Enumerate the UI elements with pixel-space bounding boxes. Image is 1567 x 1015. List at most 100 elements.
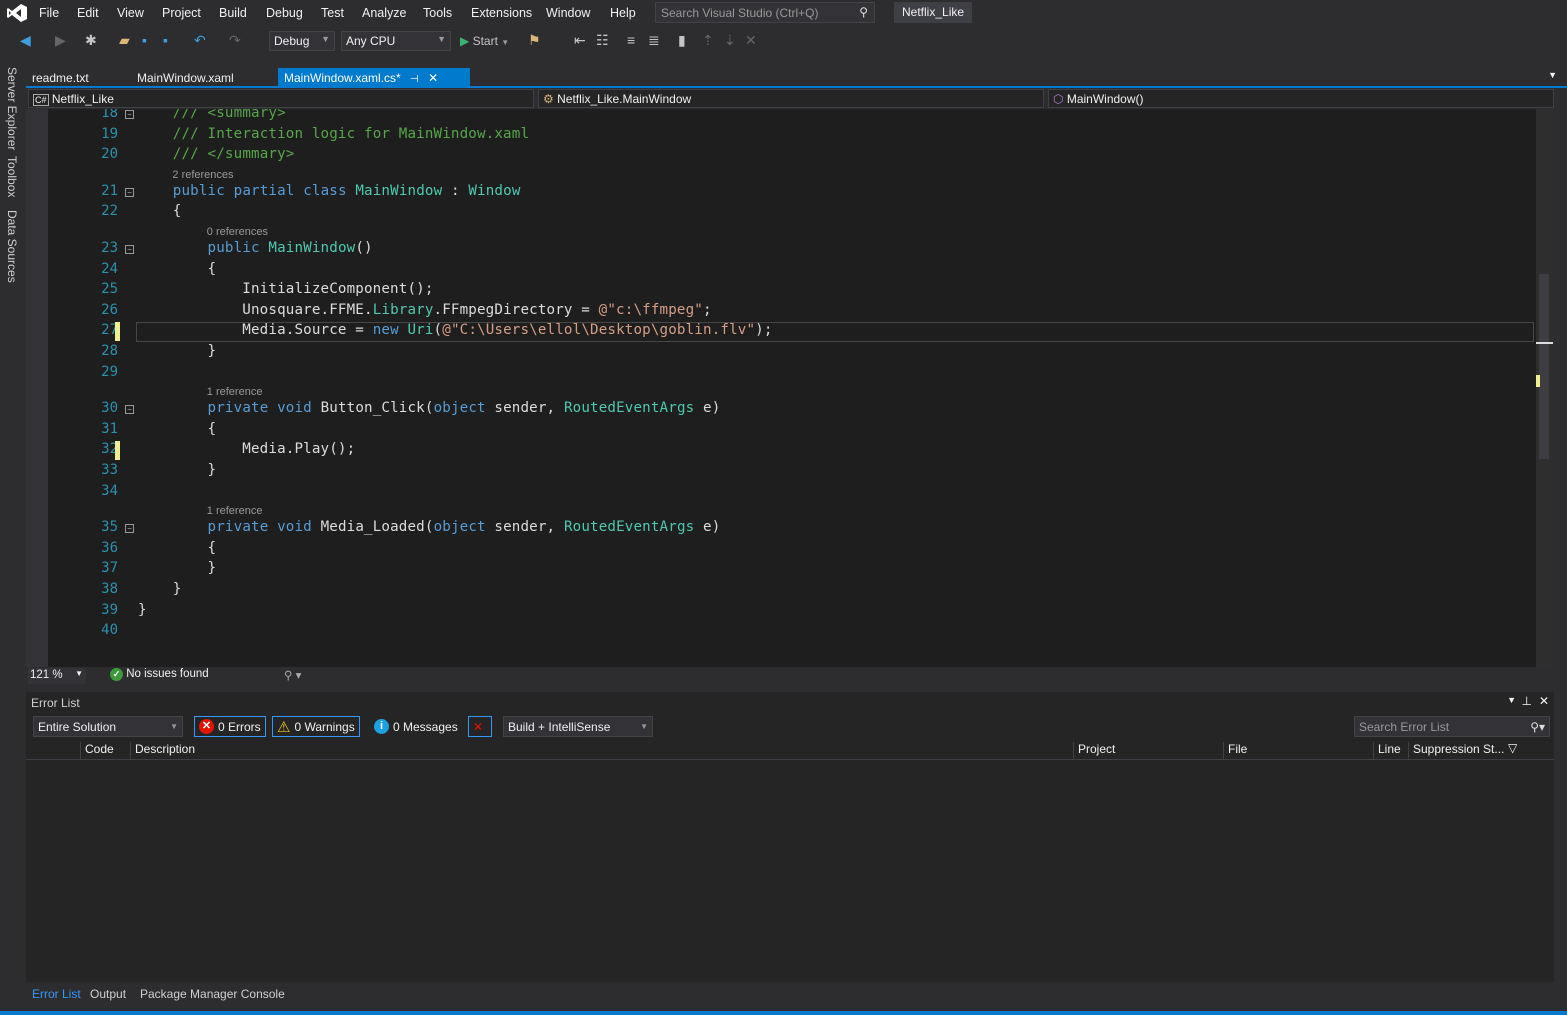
code-line[interactable]: /// </summary> <box>138 146 295 162</box>
code-line[interactable]: /// Interaction logic for MainWindow.xam… <box>138 126 529 142</box>
code-line[interactable]: { <box>138 203 182 219</box>
warnings-filter-button[interactable]: ⚠ 0 Warnings <box>272 716 360 737</box>
code-line[interactable]: Media.Play(); <box>138 441 355 457</box>
scrollbar-thumb[interactable] <box>1539 274 1549 459</box>
server-explorer-tab[interactable]: Server Explorer <box>5 67 19 150</box>
class-nav-select[interactable]: ⚙ Netflix_Like.MainWindow <box>538 89 1044 108</box>
tab-overflow-icon[interactable]: ▼ <box>1548 70 1557 80</box>
toolbox-tab[interactable]: Toolbox <box>5 156 19 197</box>
menu-tools[interactable]: Tools <box>423 6 452 20</box>
new-project-icon[interactable]: ✱ <box>85 32 97 49</box>
codelens-references[interactable]: 0 references <box>207 226 268 238</box>
code-line[interactable]: public partial class MainWindow : Window <box>138 183 521 199</box>
column-code[interactable]: Code <box>80 742 114 760</box>
code-line[interactable]: } <box>138 560 217 576</box>
code-line[interactable]: private void Button_Click(object sender,… <box>138 400 721 416</box>
column-suppression-state[interactable]: Suppression St... <box>1408 742 1504 760</box>
open-file-icon[interactable]: ▰ <box>119 32 130 49</box>
tab-mainwindow-xaml-cs[interactable]: MainWindow.xaml.cs* ⊣ ✕ <box>278 68 470 88</box>
code-line[interactable]: } <box>138 462 217 478</box>
messages-filter-button[interactable]: i 0 Messages <box>370 716 462 737</box>
next-bookmark-icon[interactable]: ⇣ <box>724 32 736 49</box>
vertical-scrollbar[interactable] <box>1536 109 1553 667</box>
code-line[interactable]: } <box>138 602 147 618</box>
undo-icon[interactable]: ↶ <box>194 32 206 49</box>
zoom-select[interactable]: 121 % ▼ <box>28 668 86 684</box>
source-select[interactable]: Build + IntelliSense ▼ <box>503 716 653 737</box>
code-line[interactable]: Unosquare.FFME.Library.FFmpegDirectory =… <box>138 302 712 318</box>
menu-extensions[interactable]: Extensions <box>471 6 532 20</box>
menu-view[interactable]: View <box>117 6 144 20</box>
column-file[interactable]: File <box>1223 742 1247 760</box>
column-filter-icon[interactable]: ▽ <box>1508 741 1517 755</box>
bookmark-icon[interactable]: ▮ <box>678 32 686 49</box>
prev-bookmark-icon[interactable]: ⇡ <box>702 32 714 49</box>
menu-analyze[interactable]: Analyze <box>362 6 406 20</box>
codelens-references[interactable]: 2 references <box>172 169 233 181</box>
menu-project[interactable]: Project <box>162 6 201 20</box>
issues-indicator[interactable]: ✓ No issues found <box>110 668 209 681</box>
tab-readme[interactable]: readme.txt <box>26 68 95 88</box>
close-icon[interactable]: ✕ <box>428 71 438 85</box>
code-line[interactable]: public MainWindow() <box>138 240 373 256</box>
pin-icon[interactable]: ⊣ <box>410 74 419 85</box>
search-input[interactable]: Search Visual Studio (Ctrl+Q) ⚲ <box>655 2 875 23</box>
configuration-select[interactable]: Debug ▼ <box>269 31 335 51</box>
fold-toggle-icon[interactable]: − <box>125 187 134 197</box>
code-line[interactable]: Media.Source = new Uri(@"C:\Users\ellol\… <box>138 322 773 338</box>
step-icon[interactable]: ⇤ <box>574 32 586 49</box>
cleanup-icon[interactable]: ⚲ ▾ <box>284 668 301 682</box>
menu-edit[interactable]: Edit <box>77 6 99 20</box>
fold-toggle-icon[interactable]: − <box>125 110 134 119</box>
code-line[interactable]: { <box>138 261 217 277</box>
menu-help[interactable]: Help <box>610 6 636 20</box>
tab-package-manager-console[interactable]: Package Manager Console <box>140 987 285 1001</box>
code-line[interactable]: { <box>138 421 217 437</box>
menu-debug[interactable]: Debug <box>266 6 303 20</box>
code-line[interactable]: private void Media_Loaded(object sender,… <box>138 519 721 535</box>
save-all-icon[interactable]: ▪ <box>163 32 168 48</box>
data-sources-tab[interactable]: Data Sources <box>5 210 19 283</box>
tab-output[interactable]: Output <box>90 987 126 1001</box>
code-line[interactable]: { <box>138 540 217 556</box>
tab-mainwindow-xaml[interactable]: MainWindow.xaml <box>131 68 240 88</box>
error-search-input[interactable]: Search Error List ⚲▾ <box>1354 716 1550 737</box>
uncomment-icon[interactable]: ≣ <box>648 32 660 49</box>
code-line[interactable]: } <box>138 343 217 359</box>
fold-toggle-icon[interactable]: − <box>125 245 134 254</box>
find-icon[interactable]: ⚑ <box>528 32 541 49</box>
panel-pin-icon[interactable]: ⊥ <box>1522 694 1532 708</box>
codelens-references[interactable]: 1 reference <box>207 505 263 517</box>
codelens-references[interactable]: 1 reference <box>207 386 263 398</box>
clear-filter-button[interactable]: ✕ <box>468 716 492 737</box>
menu-build[interactable]: Build <box>219 6 247 20</box>
column-description[interactable]: Description <box>130 742 195 760</box>
panel-menu-icon[interactable]: ▼ <box>1507 695 1516 705</box>
view-icon[interactable]: ☷ <box>596 32 609 49</box>
comment-icon[interactable]: ≡ <box>627 32 635 48</box>
panel-close-icon[interactable]: ✕ <box>1539 694 1549 708</box>
back-icon[interactable]: ◀ <box>20 32 31 49</box>
fold-toggle-icon[interactable]: − <box>125 524 134 534</box>
start-button[interactable]: ▶ Start ▼ <box>460 34 509 48</box>
platform-select[interactable]: Any CPU ▼ <box>341 31 451 51</box>
menu-test[interactable]: Test <box>321 6 344 20</box>
scope-select[interactable]: Entire Solution ▼ <box>33 716 183 737</box>
clear-bookmarks-icon[interactable]: ✕ <box>745 32 757 49</box>
menu-file[interactable]: File <box>39 6 59 20</box>
tab-error-list[interactable]: Error List <box>32 987 81 1001</box>
fold-toggle-icon[interactable]: − <box>125 405 134 415</box>
redo-icon[interactable]: ↷ <box>229 32 241 49</box>
member-nav-select[interactable]: ⬡ MainWindow() <box>1048 89 1554 108</box>
menu-window[interactable]: Window <box>546 6 590 20</box>
project-nav-select[interactable]: C# Netflix_Like <box>28 89 534 108</box>
column-line[interactable]: Line <box>1373 742 1401 760</box>
forward-icon[interactable]: ▶ <box>55 32 66 49</box>
save-icon[interactable]: ▪ <box>142 32 147 48</box>
code-editor[interactable]: 18− /// <summary> 19 /// Interaction logi… <box>26 109 1536 667</box>
errors-filter-button[interactable]: ✕ 0 Errors <box>194 716 266 737</box>
code-line[interactable]: } <box>138 581 182 597</box>
column-project[interactable]: Project <box>1073 742 1115 760</box>
code-line[interactable]: /// <summary> <box>138 109 286 121</box>
code-line[interactable]: InitializeComponent(); <box>138 281 434 297</box>
